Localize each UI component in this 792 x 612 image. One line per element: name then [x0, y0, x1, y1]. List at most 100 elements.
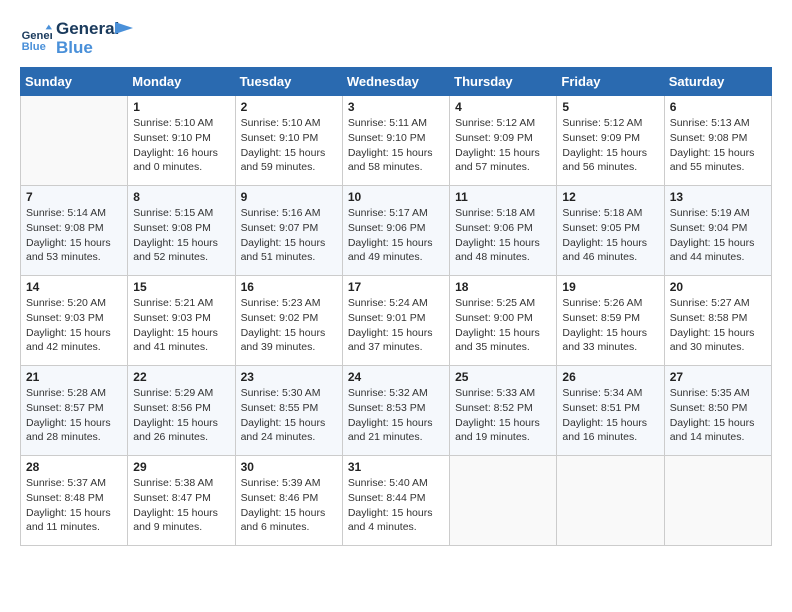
calendar-cell: 31 Sunrise: 5:40 AM Sunset: 8:44 PM Dayli…: [342, 456, 449, 546]
calendar-week-5: 28Sunrise: 5:37 AM Sunset: 8:48 PM Dayli…: [21, 456, 772, 546]
day-info: Sunrise: 5:19 AM Sunset: 9:04 PM Dayligh…: [670, 206, 766, 265]
day-number: 24: [348, 370, 444, 384]
day-number: 22: [133, 370, 229, 384]
calendar-cell: 7 Sunrise: 5:14 AM Sunset: 9:08 PM Daylig…: [21, 186, 128, 276]
day-number: 27: [670, 370, 766, 384]
day-number: 10: [348, 190, 444, 204]
day-info: Sunrise: 5:33 AM Sunset: 8:52 PM Dayligh…: [455, 386, 551, 445]
calendar-cell: 4Sunrise: 5:12 AM Sunset: 9:09 PM Daylig…: [450, 96, 557, 186]
day-number: 5: [562, 100, 658, 114]
weekday-header-friday: Friday: [557, 68, 664, 96]
logo-flag-icon: [115, 22, 135, 46]
calendar-cell: 21 Sunrise: 5:28 AM Sunset: 8:57 PM Dayli…: [21, 366, 128, 456]
svg-text:General: General: [22, 30, 52, 42]
day-number: 2: [241, 100, 337, 114]
day-number: 1: [133, 100, 229, 114]
day-number: 23: [241, 370, 337, 384]
day-info: Sunrise: 5:39 AM Sunset: 8:46 PM Dayligh…: [241, 476, 337, 535]
day-info: Sunrise: 5:14 AM Sunset: 9:08 PM Dayligh…: [26, 206, 122, 265]
day-info: Sunrise: 5:27 AM Sunset: 8:58 PM Dayligh…: [670, 296, 766, 355]
day-info: Sunrise: 5:25 AM Sunset: 9:00 PM Dayligh…: [455, 296, 551, 355]
calendar-cell: 5 Sunrise: 5:12 AM Sunset: 9:09 PM Daylig…: [557, 96, 664, 186]
weekday-header-wednesday: Wednesday: [342, 68, 449, 96]
day-info: Sunrise: 5:18 AM Sunset: 9:05 PM Dayligh…: [562, 206, 658, 265]
calendar-cell: 27 Sunrise: 5:35 AM Sunset: 8:50 PM Dayli…: [664, 366, 771, 456]
day-info: Sunrise: 5:35 AM Sunset: 8:50 PM Dayligh…: [670, 386, 766, 445]
day-info: Sunrise: 5:12 AM Sunset: 9:09 PM Dayligh…: [562, 116, 658, 175]
calendar-cell: 12 Sunrise: 5:18 AM Sunset: 9:05 PM Dayli…: [557, 186, 664, 276]
calendar-cell: 25 Sunrise: 5:33 AM Sunset: 8:52 PM Dayli…: [450, 366, 557, 456]
day-number: 4: [455, 100, 551, 114]
calendar-cell: 11Sunrise: 5:18 AM Sunset: 9:06 PM Dayli…: [450, 186, 557, 276]
calendar-cell: 26 Sunrise: 5:34 AM Sunset: 8:51 PM Dayli…: [557, 366, 664, 456]
weekday-header-row: SundayMondayTuesdayWednesdayThursdayFrid…: [21, 68, 772, 96]
calendar-cell: 18 Sunrise: 5:25 AM Sunset: 9:00 PM Dayli…: [450, 276, 557, 366]
day-number: 7: [26, 190, 122, 204]
day-info: Sunrise: 5:23 AM Sunset: 9:02 PM Dayligh…: [241, 296, 337, 355]
day-info: Sunrise: 5:17 AM Sunset: 9:06 PM Dayligh…: [348, 206, 444, 265]
day-number: 8: [133, 190, 229, 204]
day-info: Sunrise: 5:21 AM Sunset: 9:03 PM Dayligh…: [133, 296, 229, 355]
day-info: Sunrise: 5:15 AM Sunset: 9:08 PM Dayligh…: [133, 206, 229, 265]
calendar-cell: 2 Sunrise: 5:10 AM Sunset: 9:10 PM Daylig…: [235, 96, 342, 186]
calendar-cell: 24Sunrise: 5:32 AM Sunset: 8:53 PM Dayli…: [342, 366, 449, 456]
day-info: Sunrise: 5:16 AM Sunset: 9:07 PM Dayligh…: [241, 206, 337, 265]
day-number: 21: [26, 370, 122, 384]
calendar-cell: 13 Sunrise: 5:19 AM Sunset: 9:04 PM Dayli…: [664, 186, 771, 276]
calendar-cell: 29Sunrise: 5:38 AM Sunset: 8:47 PM Dayli…: [128, 456, 235, 546]
weekday-header-monday: Monday: [128, 68, 235, 96]
day-number: 31: [348, 460, 444, 474]
calendar-cell: 9 Sunrise: 5:16 AM Sunset: 9:07 PM Daylig…: [235, 186, 342, 276]
calendar-cell: 19 Sunrise: 5:26 AM Sunset: 8:59 PM Dayli…: [557, 276, 664, 366]
calendar-cell: 23Sunrise: 5:30 AM Sunset: 8:55 PM Dayli…: [235, 366, 342, 456]
logo-text-line1: General: [56, 20, 119, 39]
calendar-cell: 17 Sunrise: 5:24 AM Sunset: 9:01 PM Dayli…: [342, 276, 449, 366]
day-number: 13: [670, 190, 766, 204]
day-number: 14: [26, 280, 122, 294]
day-info: Sunrise: 5:34 AM Sunset: 8:51 PM Dayligh…: [562, 386, 658, 445]
logo-text-line2: Blue: [56, 39, 119, 58]
calendar-week-3: 14 Sunrise: 5:20 AM Sunset: 9:03 PM Dayli…: [21, 276, 772, 366]
calendar-cell: 14 Sunrise: 5:20 AM Sunset: 9:03 PM Dayli…: [21, 276, 128, 366]
day-info: Sunrise: 5:24 AM Sunset: 9:01 PM Dayligh…: [348, 296, 444, 355]
calendar-cell: 3 Sunrise: 5:11 AM Sunset: 9:10 PM Daylig…: [342, 96, 449, 186]
day-number: 19: [562, 280, 658, 294]
day-info: Sunrise: 5:38 AM Sunset: 8:47 PM Dayligh…: [133, 476, 229, 535]
day-number: 17: [348, 280, 444, 294]
day-number: 26: [562, 370, 658, 384]
logo: General Blue General Blue: [20, 20, 135, 57]
calendar-cell: [664, 456, 771, 546]
day-number: 18: [455, 280, 551, 294]
weekday-header-tuesday: Tuesday: [235, 68, 342, 96]
calendar-cell: 22 Sunrise: 5:29 AM Sunset: 8:56 PM Dayli…: [128, 366, 235, 456]
day-info: Sunrise: 5:26 AM Sunset: 8:59 PM Dayligh…: [562, 296, 658, 355]
day-number: 3: [348, 100, 444, 114]
calendar-cell: [450, 456, 557, 546]
weekday-header-thursday: Thursday: [450, 68, 557, 96]
calendar-cell: 10 Sunrise: 5:17 AM Sunset: 9:06 PM Dayli…: [342, 186, 449, 276]
calendar-cell: 8 Sunrise: 5:15 AM Sunset: 9:08 PM Daylig…: [128, 186, 235, 276]
day-info: Sunrise: 5:29 AM Sunset: 8:56 PM Dayligh…: [133, 386, 229, 445]
calendar-cell: 15Sunrise: 5:21 AM Sunset: 9:03 PM Dayli…: [128, 276, 235, 366]
day-info: Sunrise: 5:10 AM Sunset: 9:10 PM Dayligh…: [133, 116, 229, 175]
calendar-cell: [557, 456, 664, 546]
day-number: 9: [241, 190, 337, 204]
day-info: Sunrise: 5:20 AM Sunset: 9:03 PM Dayligh…: [26, 296, 122, 355]
logo-icon: General Blue: [20, 23, 52, 55]
svg-text:Blue: Blue: [22, 41, 46, 53]
calendar-cell: 6Sunrise: 5:13 AM Sunset: 9:08 PM Daylig…: [664, 96, 771, 186]
calendar-cell: 20 Sunrise: 5:27 AM Sunset: 8:58 PM Dayli…: [664, 276, 771, 366]
day-number: 25: [455, 370, 551, 384]
calendar-week-2: 7 Sunrise: 5:14 AM Sunset: 9:08 PM Daylig…: [21, 186, 772, 276]
day-number: 30: [241, 460, 337, 474]
calendar-cell: 1 Sunrise: 5:10 AM Sunset: 9:10 PM Daylig…: [128, 96, 235, 186]
day-number: 12: [562, 190, 658, 204]
day-number: 20: [670, 280, 766, 294]
day-info: Sunrise: 5:11 AM Sunset: 9:10 PM Dayligh…: [348, 116, 444, 175]
day-number: 6: [670, 100, 766, 114]
day-info: Sunrise: 5:40 AM Sunset: 8:44 PM Dayligh…: [348, 476, 444, 535]
day-info: Sunrise: 5:10 AM Sunset: 9:10 PM Dayligh…: [241, 116, 337, 175]
day-number: 28: [26, 460, 122, 474]
day-info: Sunrise: 5:28 AM Sunset: 8:57 PM Dayligh…: [26, 386, 122, 445]
day-info: Sunrise: 5:18 AM Sunset: 9:06 PM Dayligh…: [455, 206, 551, 265]
